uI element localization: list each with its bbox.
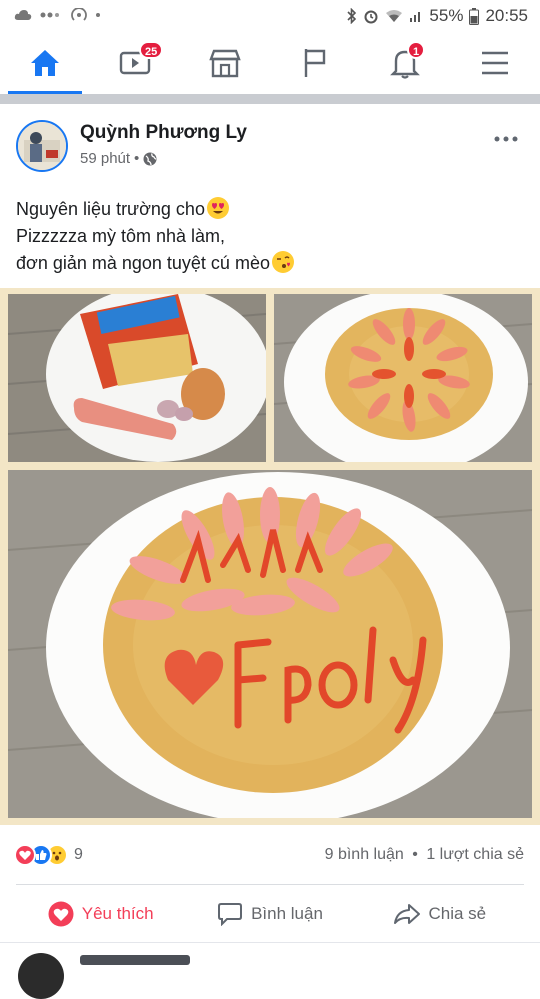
pizza-top-photo[interactable] — [274, 294, 532, 462]
like-button-label: Yêu thích — [81, 903, 154, 923]
engagement-counts: 9 bình luận • 1 lượt chia sẻ — [325, 846, 524, 864]
notifications-badge: 1 — [407, 41, 426, 59]
comment-button[interactable]: Bình luận — [185, 885, 354, 942]
wifi-icon — [386, 10, 403, 22]
battery-icon — [469, 7, 480, 25]
tab-marketplace[interactable] — [180, 32, 270, 94]
kiss-emoji-icon — [271, 251, 294, 273]
clock: 20:55 — [485, 6, 528, 25]
heart-eyes-emoji-icon — [206, 197, 229, 219]
avatar[interactable] — [16, 120, 68, 172]
battery-percent: 55% — [429, 6, 464, 25]
menu-icon — [482, 51, 508, 75]
globe-icon — [143, 152, 157, 165]
ingredients-photo[interactable] — [8, 294, 266, 462]
love-icon — [48, 901, 74, 926]
home-icon — [31, 50, 59, 76]
post-actions: Yêu thích Bình luận Chia sẻ — [16, 884, 524, 942]
pizza-fpoly-image — [8, 470, 532, 818]
post-line-1: Nguyên liệu trường cho — [16, 196, 526, 223]
love-reaction-icon — [14, 844, 36, 866]
next-post-preview — [0, 942, 540, 999]
status-right-icons: 55% 20:55 — [347, 6, 528, 26]
author-name[interactable]: Quỳnh Phương Ly — [80, 122, 247, 144]
status-bar: 55% 20:55 — [0, 0, 540, 32]
comment-count[interactable]: 9 bình luận — [325, 846, 404, 863]
post-line-3-text: đơn giản mà ngon tuyệt cú mèo — [16, 253, 270, 273]
tab-home[interactable] — [0, 32, 90, 94]
post-time[interactable]: 59 phút — [80, 150, 130, 167]
pizza-top-image — [274, 294, 532, 462]
watch-badge: 25 — [139, 41, 164, 59]
tab-menu[interactable] — [450, 32, 540, 94]
photo-grid — [0, 288, 540, 825]
next-post-author-stub — [80, 955, 190, 965]
post-header: Quỳnh Phương Ly 59 phút • — [0, 104, 540, 184]
tab-watch[interactable]: 25 — [90, 32, 180, 94]
counts-separator: • — [412, 846, 418, 863]
post-line-1-text: Nguyên liệu trường cho — [16, 199, 205, 219]
ingredients-image — [8, 294, 266, 462]
share-count[interactable]: 1 lượt chia sẻ — [426, 846, 524, 863]
signal-icon — [410, 12, 421, 22]
share-icon — [393, 903, 420, 924]
dots-icon — [40, 12, 59, 18]
like-button[interactable]: Yêu thích — [16, 885, 185, 942]
more-dots-icon — [494, 136, 518, 142]
flag-icon — [304, 49, 326, 77]
more-options-button[interactable] — [494, 122, 518, 148]
cloud-icon — [14, 10, 32, 20]
share-button-label: Chia sẻ — [428, 903, 487, 923]
top-nav-bar: 25 1 — [0, 32, 540, 94]
dot-icon — [96, 13, 100, 17]
avatar-image — [18, 122, 66, 170]
bluetooth-icon — [347, 8, 357, 24]
tab-pages[interactable] — [270, 32, 360, 94]
pizza-fpoly-photo[interactable] — [8, 470, 532, 818]
post-meta: 59 phút • — [80, 150, 157, 167]
post-line-2: Pizzzzza mỳ tôm nhà làm, — [16, 226, 226, 246]
reaction-icons[interactable]: 9 — [14, 844, 83, 866]
status-left-icons — [14, 8, 100, 22]
store-icon — [209, 49, 241, 78]
alarm-icon — [364, 10, 378, 24]
reaction-count: 9 — [74, 846, 83, 863]
comment-button-label: Bình luận — [251, 903, 323, 923]
feed-divider — [0, 94, 540, 104]
reaction-summary: 9 9 bình luận • 1 lượt chia sẻ — [0, 836, 540, 876]
hotspot-icon — [71, 8, 87, 21]
meta-separator: • — [134, 150, 140, 167]
post-text: Nguyên liệu trường cho Pizzzzza mỳ tôm n… — [16, 196, 526, 277]
tab-notifications[interactable]: 1 — [360, 32, 450, 94]
post-line-3: đơn giản mà ngon tuyệt cú mèo — [16, 250, 526, 277]
share-button[interactable]: Chia sẻ — [355, 885, 524, 942]
comment-icon — [218, 902, 243, 926]
